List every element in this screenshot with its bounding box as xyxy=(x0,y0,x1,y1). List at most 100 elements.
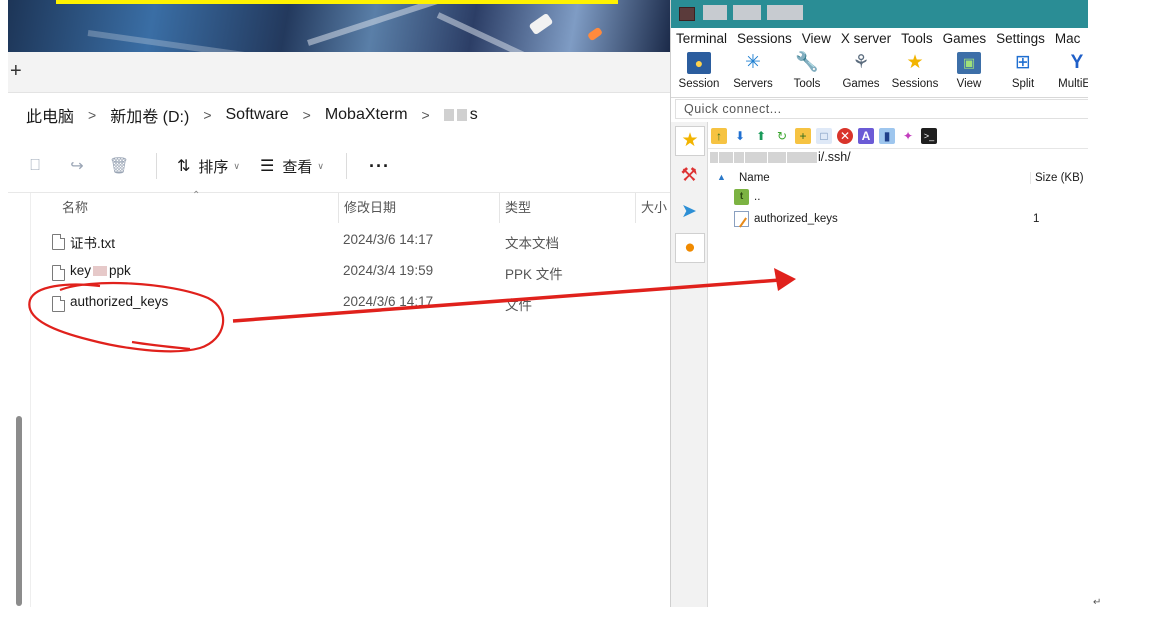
parent-folder-icon: t xyxy=(734,189,749,205)
chevron-right-icon[interactable]: > xyxy=(295,107,319,123)
sftp-toolbar: ↑ ⬇ ⬆ ↻ + □ ✕ A ▮ ✦ >_ xyxy=(708,124,1089,149)
column-header-name[interactable]: 名称 xyxy=(62,193,88,223)
file-name: authorized_keys xyxy=(754,213,838,225)
menu-macros[interactable]: Mac xyxy=(1050,28,1086,49)
file-icon xyxy=(52,265,65,281)
menu-tools[interactable]: Tools xyxy=(896,28,938,49)
chevron-down-icon: ∨ xyxy=(317,160,324,171)
redacted-title xyxy=(703,5,727,20)
chevron-down-icon: ∨ xyxy=(233,160,241,171)
column-header-name[interactable]: Name xyxy=(739,172,770,184)
tab-bar: + xyxy=(8,52,670,93)
globe-icon[interactable]: ● xyxy=(675,233,705,263)
navigation-scrollbar[interactable] xyxy=(16,416,22,606)
view-button[interactable]: ☰ 查看 ∨ xyxy=(260,156,324,177)
file-name-prefix: key xyxy=(70,263,92,278)
session-button[interactable]: ● Session xyxy=(672,49,726,97)
menu-games[interactable]: Games xyxy=(938,28,992,49)
breadcrumb-drive-d[interactable]: 新加卷 (D:) xyxy=(104,103,195,127)
split-button[interactable]: ⊞ Split xyxy=(996,49,1050,97)
column-header-size[interactable]: Size (KB) xyxy=(1030,172,1084,184)
properties-icon[interactable]: ▮ xyxy=(879,128,895,144)
share-icon[interactable]: ↪ xyxy=(62,156,92,176)
new-tab-button[interactable]: + xyxy=(10,60,22,83)
menu-sessions[interactable]: Sessions xyxy=(732,28,797,49)
view-button[interactable]: ▣ View xyxy=(942,49,996,97)
command-bar: ⎕ ↪ 🗑 ⇅ 排序 ∨ ☰ 查看 ∨ ··· xyxy=(8,140,670,193)
multiexec-icon: Y xyxy=(1070,52,1084,73)
menu-x-server[interactable]: X server xyxy=(836,28,896,49)
menu-view[interactable]: View xyxy=(797,28,836,49)
download-icon[interactable]: ⬇ xyxy=(732,128,748,144)
breadcrumb-this-pc[interactable]: 此电脑 xyxy=(20,103,80,127)
servers-button[interactable]: ✳ Servers xyxy=(726,49,780,97)
split-label: Split xyxy=(1011,78,1035,90)
tools-icon: 🔧 xyxy=(795,52,819,73)
column-header-size[interactable]: 大小 xyxy=(635,193,667,223)
file-name: authorized_keys xyxy=(70,294,169,309)
menu-settings[interactable]: Settings xyxy=(991,28,1050,49)
chevron-right-icon[interactable]: > xyxy=(80,107,104,123)
file-name: 证书.txt xyxy=(70,236,116,251)
new-file-icon[interactable]: □ xyxy=(816,128,832,144)
sessions-star-icon[interactable]: ★ xyxy=(675,126,705,156)
app-icon xyxy=(679,7,695,21)
file-explorer-window: + 此电脑 > 新加卷 (D:) > Software > MobaXterm … xyxy=(8,0,670,607)
file-date: 2024/3/6 14:17 xyxy=(343,294,434,309)
sessions-label: Sessions xyxy=(891,78,939,90)
rename-icon[interactable]: ⎕ xyxy=(20,157,50,175)
sort-ascending-icon: ⌃ xyxy=(192,190,201,201)
toolbar-divider xyxy=(156,153,157,179)
rename-icon[interactable]: A xyxy=(858,128,874,144)
file-date: 2024/3/6 14:17 xyxy=(343,232,434,247)
breadcrumb-software[interactable]: Software xyxy=(220,106,295,124)
refresh-icon[interactable]: ↻ xyxy=(774,128,790,144)
terminal-icon[interactable]: >_ xyxy=(921,128,937,144)
chevron-right-icon[interactable]: > xyxy=(414,107,438,123)
file-row[interactable]: 证书.txt 2024/3/6 14:17 文本文档 xyxy=(50,226,670,257)
new-folder-icon[interactable]: + xyxy=(795,128,811,144)
file-type: 文件 xyxy=(505,298,532,313)
sessions-button[interactable]: ★ Sessions xyxy=(888,49,942,97)
file-row[interactable]: authorized_keys 2024/3/6 14:17 文件 xyxy=(50,288,670,319)
file-name: .. xyxy=(754,191,761,203)
games-button[interactable]: ⚘ Games xyxy=(834,49,888,97)
more-options-button[interactable]: ··· xyxy=(369,156,390,177)
multiexec-button[interactable]: Y MultiEx xyxy=(1050,49,1089,97)
view-icon: ▣ xyxy=(957,52,981,74)
magic-wand-icon[interactable]: ✦ xyxy=(900,128,916,144)
column-header-type[interactable]: 类型 xyxy=(499,193,531,223)
breadcrumb-current-folder[interactable]: s xyxy=(438,106,484,124)
sort-button[interactable]: ⇅ 排序 ∨ xyxy=(177,156,240,177)
delete-icon[interactable]: 🗑 xyxy=(104,156,134,176)
view-label: View xyxy=(956,78,982,90)
parent-folder-icon[interactable]: ↑ xyxy=(711,128,727,144)
sessions-star-icon: ★ xyxy=(906,52,924,73)
file-type: PPK 文件 xyxy=(505,267,563,282)
menu-terminal[interactable]: Terminal xyxy=(671,28,732,49)
quick-connect-input[interactable]: Quick connect... xyxy=(675,99,1089,119)
servers-label: Servers xyxy=(733,78,773,90)
breadcrumb-current-label: s xyxy=(469,106,478,123)
breadcrumb[interactable]: 此电脑 > 新加卷 (D:) > Software > MobaXterm > … xyxy=(8,93,670,137)
multiexec-label: MultiEx xyxy=(1058,78,1089,90)
breadcrumb-mobaxterm[interactable]: MobaXterm xyxy=(319,106,414,124)
column-header-date[interactable]: 修改日期 xyxy=(338,193,396,223)
redacted-text xyxy=(93,266,108,277)
redacted-title xyxy=(733,5,761,20)
title-bar[interactable] xyxy=(671,0,1089,28)
upload-icon[interactable]: ⬆ xyxy=(753,128,769,144)
list-item[interactable]: authorized_keys 1 xyxy=(731,209,1089,231)
list-item[interactable]: t .. xyxy=(731,187,1089,209)
file-type: 文本文档 xyxy=(505,236,559,251)
chevron-right-icon[interactable]: > xyxy=(195,107,219,123)
sftp-send-icon[interactable]: ➤ xyxy=(675,198,703,226)
games-icon: ⚘ xyxy=(852,52,870,73)
sort-arrows-icon: ⇅ xyxy=(177,158,191,175)
delete-icon[interactable]: ✕ xyxy=(837,128,853,144)
tools-button[interactable]: 🔧 Tools xyxy=(780,49,834,97)
menu-bar: Terminal Sessions View X server Tools Games Se… xyxy=(671,28,1089,49)
remote-path-bar[interactable]: i/.ssh/ xyxy=(708,150,1089,168)
file-row[interactable]: key ppk 2024/3/4 19:59 PPK 文件 xyxy=(50,257,670,288)
tools-icon[interactable]: ⚒ xyxy=(675,162,703,190)
